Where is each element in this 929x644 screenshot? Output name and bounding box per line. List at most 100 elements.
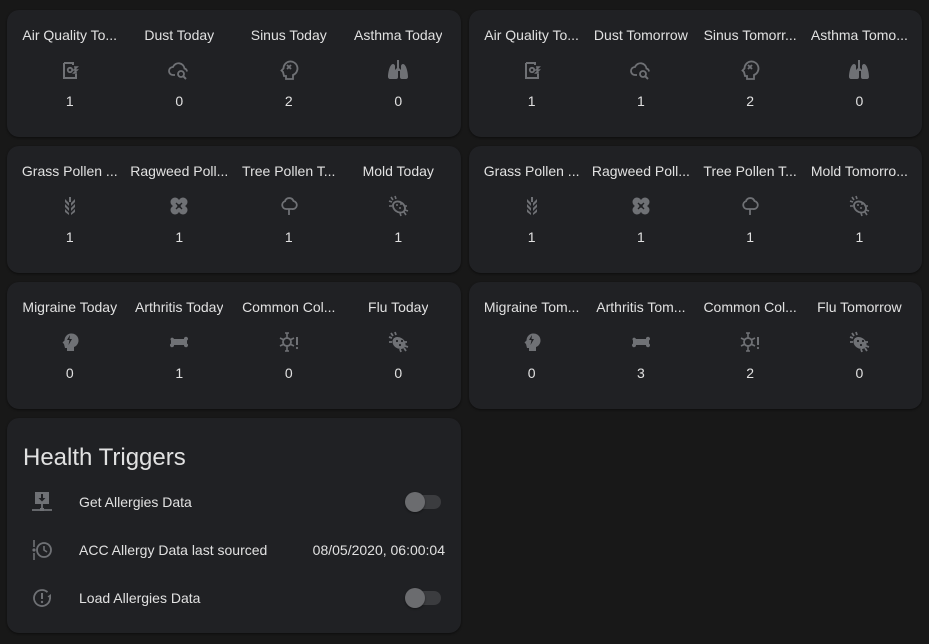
entity-name: Ragweed Poll... [130,163,229,179]
load-allergies-data-toggle[interactable] [405,588,441,608]
entity-name: Flu Today [368,299,429,315]
clover-icon[interactable] [167,194,191,218]
air-quality-icon[interactable] [58,58,82,82]
virus-alert-icon[interactable] [738,330,762,354]
entity-state: 1 [175,365,184,381]
entity-sinus-tomorrow[interactable]: Sinus Tomorr... 2 [696,10,805,137]
head-flash-icon[interactable] [520,330,544,354]
glance-card-illness-tomorrow: Migraine Tom... 0 Arthritis Tom... 3 Common … [469,282,922,409]
entity-mold-tomorrow[interactable]: Mold Tomorro... 1 [805,146,914,273]
grain-icon[interactable] [520,194,544,218]
entity-mold-today[interactable]: Mold Today 1 [344,146,454,273]
entity-asthma-today[interactable]: Asthma Today 0 [344,10,454,137]
last-sourced-value: 08/05/2020, 06:00:04 [312,542,445,558]
entity-name: Dust Tomorrow [593,27,688,43]
head-remove-icon[interactable] [738,58,762,82]
lungs-icon[interactable] [847,58,871,82]
entity-state: 1 [394,229,403,245]
air-quality-icon[interactable] [520,58,544,82]
entity-air-quality-today[interactable]: Air Quality To... 1 [15,10,125,137]
glance-card-pollen-today: Grass Pollen ... 1 Ragweed Poll... 1 Tree Po… [7,146,461,273]
entity-label[interactable]: Get Allergies Data [79,494,192,510]
entity-state: 1 [746,229,755,245]
entity-name: Tree Pollen T... [242,163,336,179]
entity-common-cold-tomorrow[interactable]: Common Col... 2 [696,282,805,409]
entity-migraine-today[interactable]: Migraine Today 0 [15,282,125,409]
entity-name: Arthritis Tom... [596,299,686,315]
glance-card-air-quality-today: Air Quality To... 1 Dust Today 0 Sinus Today… [7,10,461,137]
restore-alert-icon [30,586,54,610]
entity-row-get-allergies-data[interactable]: Get Allergies Data [7,482,461,522]
bone-icon[interactable] [167,330,191,354]
entity-name: Common Col... [242,299,336,315]
entity-state: 0 [284,365,293,381]
bacteria-icon[interactable] [847,330,871,354]
entity-state: 1 [284,229,293,245]
entity-name: Sinus Today [250,27,327,43]
bacteria-outline-icon[interactable] [386,194,410,218]
entity-name: Dust Today [144,27,215,43]
entity-dust-today[interactable]: Dust Today 0 [125,10,235,137]
entity-label[interactable]: ACC Allergy Data last sourced [79,542,267,558]
entity-state: 1 [527,93,536,109]
entity-state: 3 [636,365,645,381]
entity-name: Air Quality To... [22,27,118,43]
cloud-search-icon[interactable] [629,58,653,82]
entity-asthma-tomorrow[interactable]: Asthma Tomo... 0 [805,10,914,137]
bone-icon[interactable] [629,330,653,354]
entity-state: 1 [527,229,536,245]
entity-grass-pollen-today[interactable]: Grass Pollen ... 1 [15,146,125,273]
entity-state: 0 [855,93,864,109]
entity-state: 1 [175,229,184,245]
entity-state: 0 [65,365,74,381]
entity-state: 1 [65,93,74,109]
entity-state: 0 [175,93,184,109]
clover-icon[interactable] [629,194,653,218]
entity-name: Asthma Tomo... [810,27,908,43]
lungs-icon[interactable] [386,58,410,82]
entity-air-quality-tomorrow[interactable]: Air Quality To... 1 [477,10,586,137]
entity-state: 2 [746,93,755,109]
entity-state: 1 [855,229,864,245]
entity-name: Common Col... [703,299,797,315]
entity-state: 1 [636,229,645,245]
entity-dust-tomorrow[interactable]: Dust Tomorrow 1 [586,10,695,137]
entity-row-last-sourced[interactable]: ACC Allergy Data last sourced 08/05/2020… [7,530,461,570]
entity-flu-tomorrow[interactable]: Flu Tomorrow 0 [805,282,914,409]
entity-tree-pollen-tomorrow[interactable]: Tree Pollen T... 1 [696,146,805,273]
entity-row-load-allergies-data[interactable]: Load Allergies Data [7,578,461,618]
entity-ragweed-pollen-tomorrow[interactable]: Ragweed Poll... 1 [586,146,695,273]
head-flash-icon[interactable] [58,330,82,354]
grain-icon[interactable] [58,194,82,218]
bacteria-icon[interactable] [386,330,410,354]
entity-state: 1 [636,93,645,109]
entity-common-cold-today[interactable]: Common Col... 0 [234,282,344,409]
timeline-clock-icon [30,538,54,562]
entity-sinus-today[interactable]: Sinus Today 2 [234,10,344,137]
download-network-icon [30,490,54,514]
head-remove-icon[interactable] [277,58,301,82]
entity-state: 2 [746,365,755,381]
entity-arthritis-tomorrow[interactable]: Arthritis Tom... 3 [586,282,695,409]
entity-label[interactable]: Load Allergies Data [79,590,200,606]
entity-state: 0 [855,365,864,381]
tree-icon[interactable] [738,194,762,218]
entity-ragweed-pollen-today[interactable]: Ragweed Poll... 1 [125,146,235,273]
entity-name: Migraine Today [22,299,118,315]
tree-icon[interactable] [277,194,301,218]
entity-name: Flu Tomorrow [817,299,902,315]
entity-state: 0 [394,93,403,109]
entity-migraine-tomorrow[interactable]: Migraine Tom... 0 [477,282,586,409]
bacteria-outline-icon[interactable] [847,194,871,218]
entity-grass-pollen-tomorrow[interactable]: Grass Pollen ... 1 [477,146,586,273]
entity-state: 2 [284,93,293,109]
entity-flu-today[interactable]: Flu Today 0 [344,282,454,409]
entity-arthritis-today[interactable]: Arthritis Today 1 [125,282,235,409]
get-allergies-data-toggle[interactable] [405,492,441,512]
entity-tree-pollen-today[interactable]: Tree Pollen T... 1 [234,146,344,273]
cloud-search-icon[interactable] [167,58,191,82]
glance-card-pollen-tomorrow: Grass Pollen ... 1 Ragweed Poll... 1 Tree Po… [469,146,922,273]
virus-alert-icon[interactable] [277,330,301,354]
entity-name: Migraine Tom... [483,299,580,315]
entity-name: Mold Tomorro... [810,163,908,179]
